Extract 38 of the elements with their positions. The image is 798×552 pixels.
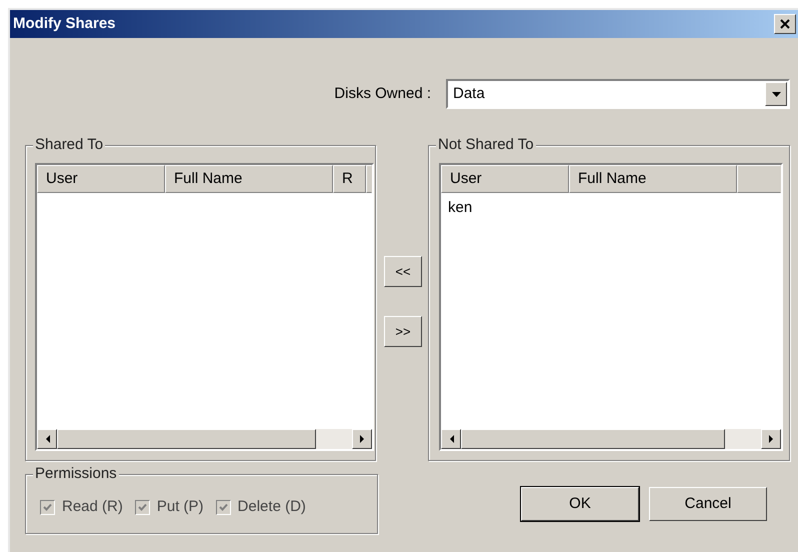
left-arrow-icon — [44, 435, 50, 443]
left-arrow-icon — [448, 435, 454, 443]
close-button[interactable] — [774, 14, 796, 34]
empty-column-header — [366, 165, 372, 193]
scroll-thumb[interactable] — [461, 429, 725, 449]
right-arrow-icon — [768, 435, 774, 443]
column-header[interactable]: Full Name — [569, 165, 737, 193]
dropdown-arrow-button[interactable] — [765, 82, 787, 106]
checkbox-label: Delete (D) — [238, 496, 306, 517]
horizontal-scrollbar[interactable] — [441, 429, 781, 449]
right-arrow-icon — [360, 435, 364, 443]
window-title: Modify Shares — [13, 14, 116, 34]
dialog-button[interactable]: Cancel — [649, 487, 767, 521]
horizontal-scrollbar[interactable] — [37, 429, 372, 449]
dialog-button[interactable]: OK — [521, 487, 639, 521]
close-icon — [780, 19, 790, 29]
column-header[interactable]: User — [37, 165, 165, 193]
user-list[interactable]: User Full Name ken — [439, 163, 783, 451]
checkbox-label: Read (R) — [62, 496, 123, 517]
scroll-thumb[interactable] — [57, 429, 316, 449]
scroll-left-button[interactable] — [441, 429, 461, 449]
column-header[interactable]: R — [333, 165, 366, 193]
scroll-left-button[interactable] — [37, 429, 57, 449]
check-icon — [138, 502, 147, 512]
column-header[interactable]: User — [441, 165, 569, 193]
column-header[interactable]: Full Name — [165, 165, 333, 193]
caret-icon — [772, 92, 780, 96]
check-icon — [43, 502, 52, 512]
move-button[interactable]: >> — [384, 316, 422, 347]
scroll-right-button[interactable] — [352, 429, 372, 449]
check-icon — [218, 502, 228, 512]
list-item[interactable]: ken — [447, 196, 474, 220]
disks-owned-label: Disks Owned : — [334, 84, 431, 104]
checkbox-label: Put (P) — [156, 496, 204, 517]
disks-owned-dropdown[interactable]: Data — [446, 79, 790, 109]
user-list[interactable]: User Full Name R — [35, 163, 374, 451]
move-button[interactable]: << — [384, 256, 422, 287]
scroll-right-button[interactable] — [761, 429, 781, 449]
